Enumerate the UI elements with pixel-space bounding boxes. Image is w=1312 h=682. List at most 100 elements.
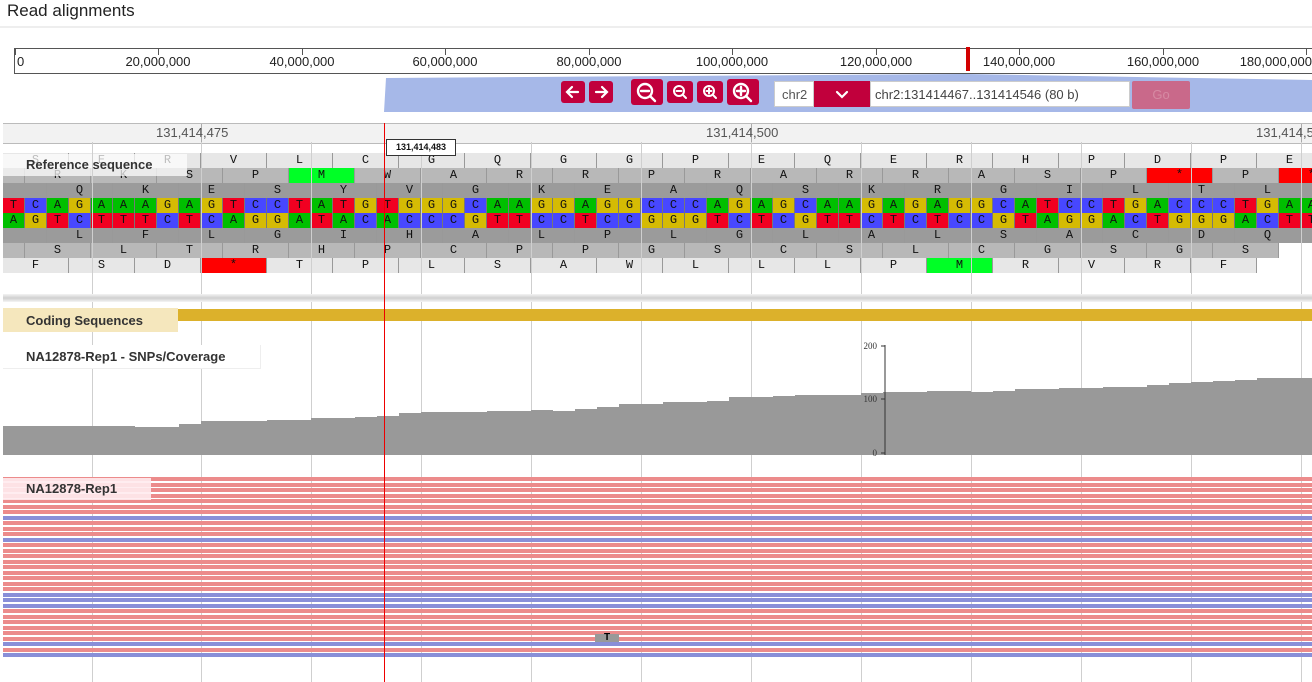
amino-acid-cell: G	[531, 153, 597, 168]
base-cell: T	[377, 198, 399, 213]
read-alignment[interactable]	[3, 647, 1312, 652]
base-cell: T	[927, 213, 949, 228]
read-alignment[interactable]	[3, 581, 1312, 586]
overview-location-marker[interactable]	[966, 47, 970, 71]
snp-mismatch-marker[interactable]: T	[595, 633, 619, 643]
read-alignment[interactable]	[3, 543, 1312, 547]
base-cell: C	[773, 213, 795, 228]
base-cell: G	[597, 198, 619, 213]
amino-acid-cell: V	[1059, 258, 1125, 273]
track-label-coverage[interactable]: NA12878-Rep1 - SNPs/Coverage	[3, 345, 261, 369]
amino-acid-cell: S	[971, 228, 1037, 243]
zoom-in-small-button[interactable]	[697, 81, 723, 103]
base-cell: T	[223, 198, 245, 213]
read-alignment[interactable]	[3, 521, 1312, 525]
coding-sequence-feature[interactable]	[178, 309, 1312, 321]
read-alignment[interactable]	[3, 488, 1312, 492]
overview-ruler[interactable]: 0 20,000,000 40,000,000 60,000,000 80,000,00…	[14, 47, 1312, 74]
base-cell: G	[465, 213, 487, 228]
amino-acid-cell: R	[817, 168, 883, 183]
track-label-reference[interactable]: Reference sequence	[3, 154, 187, 176]
read-alignment[interactable]	[3, 609, 1312, 613]
read-alignment[interactable]	[3, 504, 1312, 509]
pan-right-button[interactable]	[589, 81, 613, 103]
read-alignment[interactable]	[3, 614, 1312, 619]
base-cell: T	[311, 213, 333, 228]
read-alignment[interactable]	[3, 576, 1312, 580]
amino-acid-cell: I	[311, 228, 377, 243]
read-alignment[interactable]	[3, 592, 1312, 597]
chromosome-dropdown-button[interactable]	[814, 81, 870, 107]
amino-acid-cell: L	[795, 258, 861, 273]
base-cell: A	[289, 213, 311, 228]
base-cell: G	[355, 198, 377, 213]
read-alignment[interactable]	[3, 620, 1312, 624]
base-cell: T	[47, 213, 69, 228]
amino-acid-cell: P	[663, 153, 729, 168]
amino-acid-cell: S	[685, 243, 751, 258]
base-cell: G	[949, 198, 971, 213]
amino-acid-cell: H	[377, 228, 443, 243]
amino-acid-cell: *	[1147, 168, 1213, 183]
read-alignment[interactable]	[3, 482, 1312, 487]
arrow-right-icon	[594, 85, 609, 99]
amino-acid-cell: L	[883, 243, 949, 258]
track-label-cds[interactable]: Coding Sequences	[3, 308, 178, 332]
overview-tick-label: 80,000,000	[556, 54, 622, 69]
pan-left-button[interactable]	[561, 81, 585, 103]
translation-frame-row: *FSD*TPLSAWLLLPMRVRF	[3, 258, 1312, 273]
amino-acid-cell: S	[245, 183, 311, 198]
read-alignment[interactable]	[3, 515, 1312, 520]
read-alignment[interactable]	[3, 548, 1312, 553]
overview-tick-label: 140,000,000	[982, 54, 1056, 69]
base-cell: T	[883, 213, 905, 228]
read-alignment[interactable]	[3, 642, 1312, 646]
base-cell: T	[113, 213, 135, 228]
axis-tick-label: 100	[864, 394, 878, 404]
amino-acid-cell: S	[817, 243, 883, 258]
go-button[interactable]: Go	[1132, 81, 1190, 109]
amino-acid-cell: G	[619, 243, 685, 258]
read-alignment[interactable]	[3, 587, 1312, 591]
read-alignment[interactable]	[3, 510, 1312, 514]
read-alignment[interactable]	[3, 477, 1312, 481]
read-alignment[interactable]	[3, 537, 1312, 542]
read-alignment[interactable]	[3, 493, 1312, 498]
base-cell: A	[3, 213, 25, 228]
base-cell: C	[685, 198, 707, 213]
read-alignment[interactable]	[3, 603, 1312, 608]
chevron-down-icon	[835, 90, 849, 99]
read-alignment[interactable]	[3, 631, 1312, 635]
read-alignment[interactable]	[3, 526, 1312, 531]
amino-acid-cell: L	[663, 258, 729, 273]
zoom-out-large-button[interactable]	[631, 79, 663, 105]
read-alignment[interactable]	[3, 554, 1312, 558]
read-alignment[interactable]	[3, 653, 1312, 657]
read-alignment[interactable]	[3, 532, 1312, 536]
zoom-in-large-button[interactable]	[727, 79, 759, 105]
read-alignment[interactable]	[3, 570, 1312, 575]
read-alignment[interactable]	[3, 565, 1312, 569]
base-cell: A	[1147, 198, 1169, 213]
alignments-track[interactable]	[3, 477, 1312, 659]
amino-acid-cell: D	[135, 258, 201, 273]
read-alignment[interactable]	[3, 499, 1312, 503]
base-cell: T	[1235, 198, 1257, 213]
read-alignment[interactable]	[3, 636, 1312, 641]
base-cell: G	[443, 198, 465, 213]
base-cell: T	[333, 198, 355, 213]
amino-acid-cell: A	[949, 168, 1015, 183]
amino-acid-cell: G	[245, 228, 311, 243]
base-cell: A	[1103, 213, 1125, 228]
base-cell: T	[1147, 213, 1169, 228]
read-alignment[interactable]	[3, 625, 1312, 630]
track-label-reads[interactable]: NA12878-Rep1	[3, 478, 151, 500]
chromosome-select[interactable]: chr2	[774, 81, 814, 107]
amino-acid-cell: R	[905, 183, 971, 198]
amino-acid-cell: K	[839, 183, 905, 198]
base-cell: A	[751, 198, 773, 213]
read-alignment[interactable]	[3, 559, 1312, 564]
zoom-out-small-button[interactable]	[667, 81, 693, 103]
location-input[interactable]	[870, 81, 1130, 107]
read-alignment[interactable]	[3, 598, 1312, 602]
